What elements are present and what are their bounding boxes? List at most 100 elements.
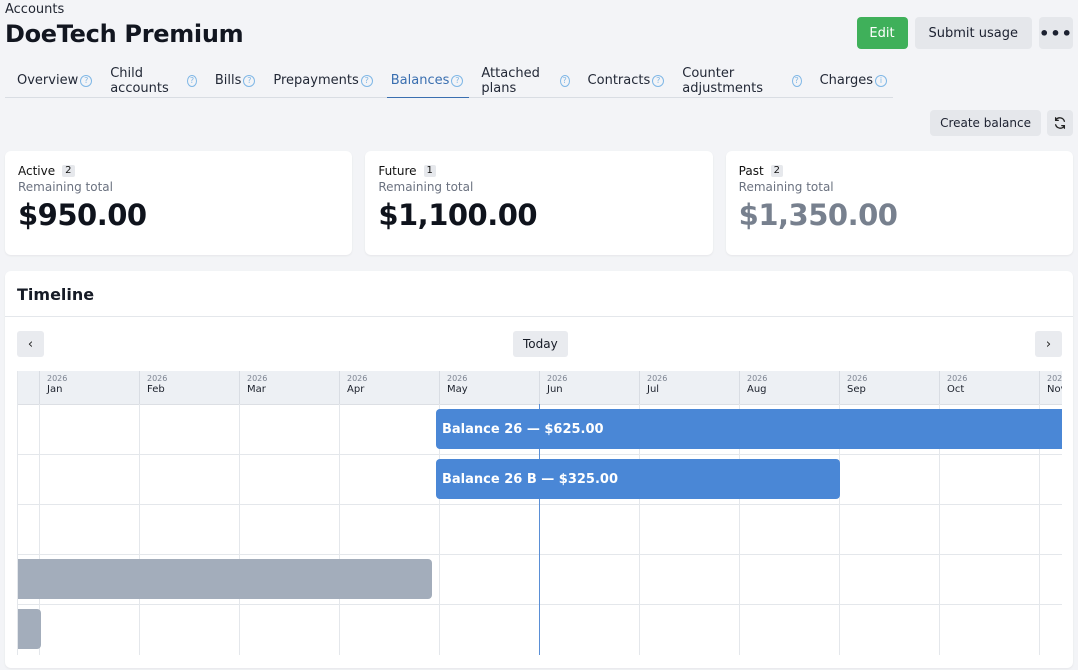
help-icon: ? bbox=[187, 75, 197, 87]
help-icon: ? bbox=[360, 75, 373, 87]
tab-overview[interactable]: Overview? bbox=[5, 64, 98, 97]
tab-contracts[interactable]: Contracts? bbox=[576, 64, 671, 97]
tab-prepayments[interactable]: Prepayments? bbox=[261, 64, 378, 97]
tab-label: Attached plans bbox=[481, 65, 540, 96]
card-subtitle: Remaining total bbox=[738, 180, 834, 194]
card-amount: $1,350.00 bbox=[738, 198, 898, 232]
count-badge: 2 bbox=[62, 165, 75, 177]
help-icon: ? bbox=[559, 75, 570, 87]
balance-bar[interactable]: Balance 26 — $625.00 bbox=[436, 409, 1062, 449]
month-year: 2026 bbox=[347, 374, 368, 383]
card-amount: $950.00 bbox=[18, 198, 147, 232]
month-name: May bbox=[447, 384, 468, 395]
chevron-left-icon: ‹ bbox=[27, 336, 34, 352]
timeline-title: Timeline bbox=[17, 285, 95, 304]
balances-toolbar: Create balance bbox=[930, 110, 1073, 136]
month-name: Feb bbox=[147, 384, 165, 395]
refresh-button[interactable] bbox=[1047, 110, 1073, 136]
tab-bar: Overview? Child accounts? Bills? Prepaym… bbox=[5, 64, 893, 98]
create-balance-button[interactable]: Create balance bbox=[930, 110, 1041, 136]
past-balances-card: Past 2 Remaining total $1,350.00 bbox=[725, 151, 1073, 255]
month-year: 2026 bbox=[547, 374, 568, 383]
tab-label: Bills bbox=[214, 73, 242, 88]
month-column-header: 2026 May bbox=[439, 371, 539, 404]
grid-column-line bbox=[139, 404, 140, 655]
balance-bar[interactable]: Balance 26 B — $325.00 bbox=[436, 459, 840, 499]
month-year: 2026 bbox=[947, 374, 968, 383]
help-icon: ? bbox=[652, 75, 665, 87]
grid-row-line bbox=[18, 454, 1062, 455]
month-name: Apr bbox=[347, 384, 365, 395]
tab-label: Balances bbox=[390, 73, 450, 88]
card-amount: $1,100.00 bbox=[378, 198, 538, 232]
month-column-header: 2026 Jun bbox=[539, 371, 639, 404]
month-year: 2026 bbox=[1047, 374, 1062, 383]
month-column-header: 2026 Feb bbox=[139, 371, 239, 404]
tab-child-accounts[interactable]: Child accounts? bbox=[98, 64, 203, 97]
month-year: 2026 bbox=[47, 374, 68, 383]
tab-label: Overview bbox=[17, 73, 79, 88]
balance-bar-label: Balance 26 — $625.00 bbox=[442, 421, 604, 437]
grid-column-line bbox=[339, 404, 340, 655]
help-icon: ? bbox=[451, 75, 464, 87]
month-column-header: 2026 Oct bbox=[939, 371, 1039, 404]
timeline-grid: 2026 Jan 2026 Feb 2026 Mar 2026 Apr 2026 May 2026 J… bbox=[17, 371, 1062, 655]
month-name: Jul bbox=[647, 384, 660, 395]
month-column-header: 2026 Apr bbox=[339, 371, 439, 404]
tab-counter-adjustments[interactable]: Counter adjustments? bbox=[670, 64, 807, 97]
timeline-next-button[interactable]: › bbox=[1035, 331, 1062, 357]
help-icon: ? bbox=[80, 75, 93, 87]
month-name: Sep bbox=[847, 384, 866, 395]
timeline-prev-button[interactable]: ‹ bbox=[17, 331, 44, 357]
info-icon: i bbox=[875, 75, 887, 87]
month-header: 2026 Jan 2026 Feb 2026 Mar 2026 Apr 2026 May 2026 J… bbox=[18, 371, 1062, 405]
help-icon: ? bbox=[243, 75, 256, 87]
submit-usage-button[interactable]: Submit usage bbox=[914, 17, 1032, 49]
active-balances-card: Active 2 Remaining total $950.00 bbox=[5, 151, 353, 255]
today-button[interactable]: Today bbox=[513, 331, 568, 357]
count-badge: 2 bbox=[770, 165, 784, 177]
month-column-header: 2026 Jul bbox=[639, 371, 739, 404]
timeline-panel: Timeline ‹ Today › 2026 Jan 2026 Feb 2026 Mar… bbox=[5, 271, 1073, 668]
card-subtitle: Remaining total bbox=[18, 180, 113, 194]
month-column-header: 2026 Aug bbox=[739, 371, 839, 404]
tab-label: Counter adjustments bbox=[682, 65, 763, 96]
month-name: Nov bbox=[1047, 384, 1062, 395]
balance-bar-label: Balance 26 B — $325.00 bbox=[442, 471, 619, 487]
tab-balances[interactable]: Balances? bbox=[379, 64, 470, 98]
month-year: 2026 bbox=[647, 374, 668, 383]
month-year: 2026 bbox=[247, 374, 268, 383]
month-column-header: 2026 Jan bbox=[39, 371, 139, 404]
card-label: Past bbox=[738, 164, 764, 178]
grid-row-line bbox=[18, 554, 1062, 555]
page-title: DoeTech Premium bbox=[5, 20, 244, 48]
month-year: 2026 bbox=[447, 374, 468, 383]
grid-row-line bbox=[18, 504, 1062, 505]
month-name: Jan bbox=[47, 384, 63, 395]
edit-button[interactable]: Edit bbox=[856, 17, 908, 49]
month-name: Oct bbox=[947, 384, 965, 395]
refresh-icon bbox=[1054, 117, 1066, 129]
tab-charges[interactable]: Charges i bbox=[808, 64, 893, 97]
breadcrumb[interactable]: Accounts bbox=[5, 2, 64, 17]
balance-bar-past[interactable] bbox=[18, 559, 432, 599]
month-name: Aug bbox=[747, 384, 767, 395]
grid-column-line bbox=[239, 404, 240, 655]
chevron-right-icon: › bbox=[1045, 336, 1052, 352]
tab-bills[interactable]: Bills? bbox=[203, 64, 262, 97]
month-column-header: 2026 Sep bbox=[839, 371, 939, 404]
card-subtitle: Remaining total bbox=[378, 180, 474, 194]
future-balances-card: Future 1 Remaining total $1,100.00 bbox=[365, 151, 713, 255]
header-actions: Edit Submit usage ••• bbox=[856, 17, 1073, 49]
month-column-header: 2026Nov bbox=[1039, 371, 1062, 404]
more-options-button[interactable]: ••• bbox=[1039, 17, 1073, 49]
balance-bar-past[interactable] bbox=[18, 609, 41, 649]
tab-label: Contracts bbox=[587, 73, 651, 88]
card-label: Future bbox=[378, 164, 417, 178]
tab-label: Prepayments bbox=[273, 73, 359, 88]
month-year: 2026 bbox=[847, 374, 868, 383]
help-icon: ? bbox=[791, 75, 802, 87]
tab-attached-plans[interactable]: Attached plans? bbox=[469, 64, 575, 97]
month-year: 2026 bbox=[147, 374, 168, 383]
count-badge: 1 bbox=[423, 165, 436, 177]
